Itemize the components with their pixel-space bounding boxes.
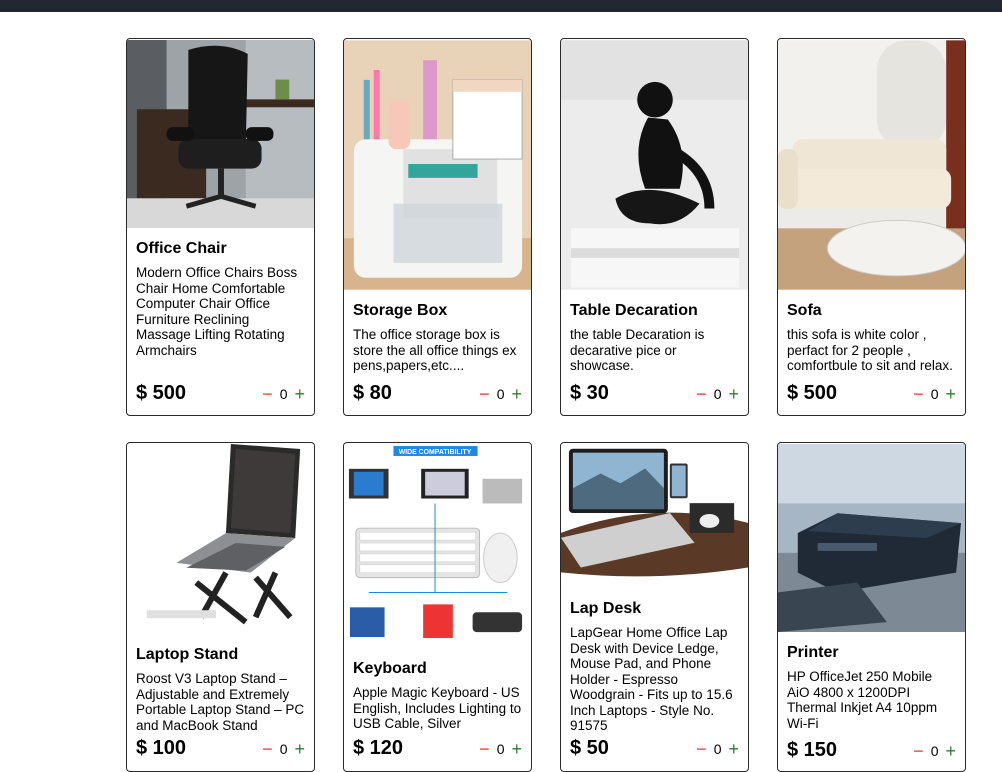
decrement-button[interactable]: − — [479, 385, 490, 403]
product-title: Storage Box — [353, 302, 448, 319]
quantity-stepper: − 0 + — [262, 385, 305, 403]
keyboard-image: WIDE COMPATIBILITY — [344, 443, 531, 649]
product-title: Office Chair — [136, 240, 227, 257]
sofa-image — [778, 39, 965, 291]
quantity-value: 0 — [930, 385, 939, 402]
product-card-lap-desk[interactable]: Lap Desk LapGear Home Office Lap Desk wi… — [560, 442, 749, 772]
decrement-button[interactable]: − — [913, 742, 924, 760]
product-title: Sofa — [787, 302, 822, 319]
product-footer: $ 500 − 0 + — [136, 382, 305, 405]
product-card-keyboard[interactable]: WIDE COMPATIBILITY Keyboard Apple Magic … — [343, 442, 532, 772]
increment-button[interactable]: + — [945, 385, 956, 403]
office-chair-image — [127, 39, 314, 229]
product-price: $ 100 — [136, 737, 187, 759]
quantity-value: 0 — [279, 385, 288, 402]
product-price: $ 500 — [787, 382, 838, 404]
product-title: Printer — [787, 644, 839, 661]
product-description: Modern Office Chairs Boss Chair Home Com… — [136, 265, 298, 358]
product-card-laptop-stand[interactable]: Laptop Stand Roost V3 Laptop Stand – Adj… — [126, 442, 315, 772]
product-description: this sofa is white color , perfact for 2… — [787, 327, 953, 373]
decrement-button[interactable]: − — [262, 740, 273, 758]
decrement-button[interactable]: − — [479, 740, 490, 758]
decrement-button[interactable]: − — [696, 740, 707, 758]
increment-button[interactable]: + — [945, 742, 956, 760]
table-decoration-image — [561, 39, 748, 291]
product-card-storage-box[interactable]: Storage Box The office storage box is st… — [343, 38, 532, 416]
quantity-value: 0 — [279, 740, 288, 757]
product-price: $ 30 — [570, 382, 609, 404]
decrement-button[interactable]: − — [262, 385, 273, 403]
increment-button[interactable]: + — [511, 385, 522, 403]
product-card-table-decoration[interactable]: Table Decaration the table Decaration is… — [560, 38, 749, 416]
quantity-stepper: − 0 + — [696, 385, 739, 403]
increment-button[interactable]: + — [294, 740, 305, 758]
decrement-button[interactable]: − — [913, 385, 924, 403]
quantity-value: 0 — [713, 385, 722, 402]
quantity-stepper: − 0 + — [479, 740, 522, 758]
product-footer: $ 50 − 0 + — [570, 737, 739, 760]
storage-box-image — [344, 39, 531, 291]
product-footer: $ 500 − 0 + — [787, 382, 956, 405]
product-card-printer[interactable]: Printer HP OfficeJet 250 Mobile AiO 4800… — [777, 442, 966, 772]
product-footer: $ 80 − 0 + — [353, 382, 522, 405]
quantity-stepper: − 0 + — [913, 385, 956, 403]
increment-button[interactable]: + — [728, 740, 739, 758]
product-title: Keyboard — [353, 660, 427, 677]
image-banner-text: WIDE COMPATIBILITY — [399, 449, 472, 456]
product-footer: $ 30 − 0 + — [570, 382, 739, 405]
product-description: HP OfficeJet 250 Mobile AiO 4800 x 1200D… — [787, 669, 938, 731]
product-footer: $ 150 − 0 + — [787, 739, 956, 762]
product-price: $ 150 — [787, 739, 838, 761]
lap-desk-image — [561, 443, 748, 589]
product-title: Laptop Stand — [136, 646, 239, 663]
decrement-button[interactable]: − — [696, 385, 707, 403]
quantity-value: 0 — [930, 742, 939, 759]
increment-button[interactable]: + — [294, 385, 305, 403]
product-card-sofa[interactable]: Sofa this sofa is white color , perfact … — [777, 38, 966, 416]
product-price: $ 50 — [570, 737, 609, 759]
laptop-stand-image — [127, 443, 314, 635]
product-description: LapGear Home Office Lap Desk with Device… — [570, 625, 733, 733]
product-description: Apple Magic Keyboard - US English, Inclu… — [353, 685, 522, 731]
quantity-stepper: − 0 + — [262, 740, 305, 758]
product-card-office-chair[interactable]: Office Chair Modern Office Chairs Boss C… — [126, 38, 315, 416]
top-nav-bar — [0, 0, 1002, 12]
quantity-value: 0 — [496, 385, 505, 402]
product-footer: $ 120 − 0 + — [353, 737, 522, 760]
product-price: $ 120 — [353, 737, 404, 759]
increment-button[interactable]: + — [728, 385, 739, 403]
increment-button[interactable]: + — [511, 740, 522, 758]
product-description: Roost V3 Laptop Stand – Adjustable and E… — [136, 671, 305, 733]
product-description: The office storage box is store the all … — [353, 327, 517, 373]
product-description: the table Decaration is decarative pice … — [570, 327, 705, 373]
quantity-stepper: − 0 + — [479, 385, 522, 403]
product-footer: $ 100 − 0 + — [136, 737, 305, 760]
quantity-stepper: − 0 + — [696, 740, 739, 758]
product-price: $ 80 — [353, 382, 392, 404]
quantity-value: 0 — [713, 740, 722, 757]
quantity-value: 0 — [496, 740, 505, 757]
printer-image — [778, 443, 965, 633]
quantity-stepper: − 0 + — [913, 742, 956, 760]
product-title: Lap Desk — [570, 600, 642, 617]
product-price: $ 500 — [136, 382, 187, 404]
product-title: Table Decaration — [570, 302, 698, 319]
